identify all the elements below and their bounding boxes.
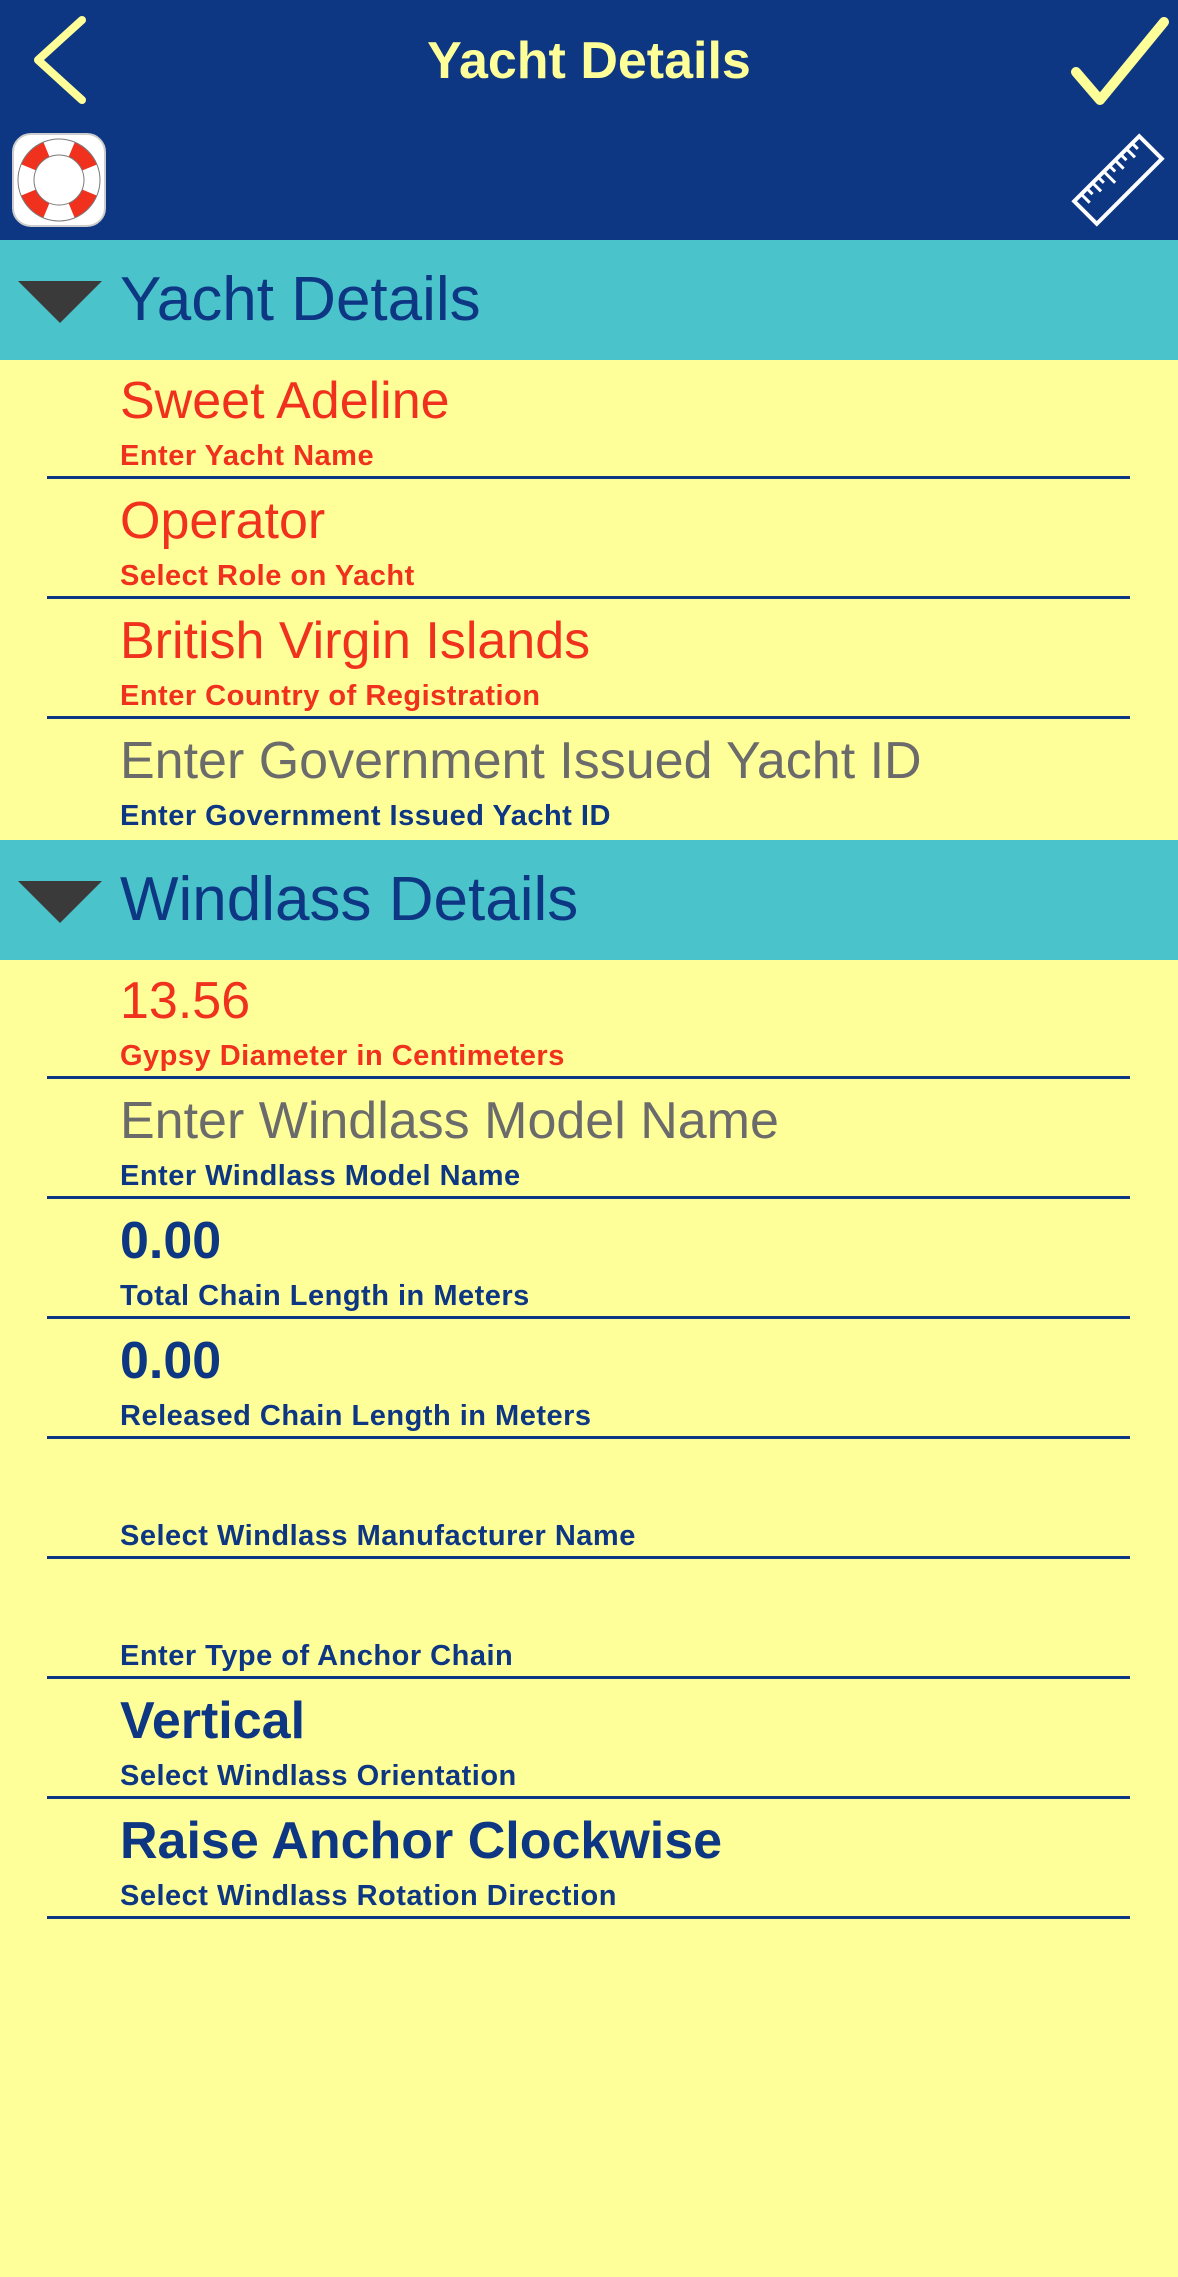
rotation-field[interactable]: Raise Anchor Clockwise Select Windlass R… <box>0 1800 1178 1920</box>
nav-header: Yacht Details <box>0 0 1178 240</box>
life-ring-icon[interactable] <box>12 133 106 227</box>
role-field[interactable]: Operator Select Role on Yacht <box>0 480 1178 600</box>
field-label: Select Windlass Rotation Direction <box>120 1880 617 1912</box>
page-title: Yacht Details <box>427 32 751 90</box>
total-chain-field[interactable]: 0.00 Total Chain Length in Meters <box>0 1200 1178 1320</box>
section-header-yacht[interactable]: Yacht Details <box>0 240 1178 360</box>
field-underline <box>47 716 1130 719</box>
section-title: Windlass Details <box>120 865 579 934</box>
section-title: Yacht Details <box>120 265 481 334</box>
field-label: Select Windlass Orientation <box>120 1760 517 1792</box>
field-underline <box>47 1796 1130 1799</box>
field-underline <box>47 596 1130 599</box>
field-label: Enter Type of Anchor Chain <box>120 1640 514 1672</box>
field-value: British Virgin Islands <box>120 612 591 670</box>
gov-id-field[interactable]: Enter Government Issued Yacht ID Enter G… <box>0 720 1178 840</box>
field-underline <box>47 1916 1130 1919</box>
field-label: Enter Windlass Model Name <box>120 1160 521 1192</box>
chain-type-field[interactable]: Enter Type of Anchor Chain <box>0 1560 1178 1680</box>
field-label: Enter Government Issued Yacht ID <box>120 800 611 832</box>
field-label: Released Chain Length in Meters <box>120 1400 592 1432</box>
manufacturer-field[interactable]: Select Windlass Manufacturer Name <box>0 1440 1178 1560</box>
field-label: Gypsy Diameter in Centimeters <box>120 1040 565 1072</box>
field-value: 13.56 <box>120 972 251 1030</box>
field-value: 0.00 <box>120 1332 222 1390</box>
field-underline <box>47 1556 1130 1559</box>
field-label: Select Windlass Manufacturer Name <box>120 1520 636 1552</box>
orientation-field[interactable]: Vertical Select Windlass Orientation <box>0 1680 1178 1800</box>
field-placeholder: Enter Government Issued Yacht ID <box>120 732 922 790</box>
field-label: Enter Yacht Name <box>120 440 375 472</box>
ruler-icon[interactable] <box>1068 130 1168 230</box>
field-underline <box>47 1316 1130 1319</box>
field-value: Sweet Adeline <box>120 372 450 430</box>
yacht-name-field[interactable]: Sweet Adeline Enter Yacht Name <box>0 360 1178 480</box>
field-underline <box>47 1076 1130 1079</box>
field-underline <box>47 1196 1130 1199</box>
field-underline <box>47 1676 1130 1679</box>
triangle-down-icon <box>18 281 102 323</box>
field-placeholder: Enter Windlass Model Name <box>120 1092 779 1150</box>
field-value: 0.00 <box>120 1212 222 1270</box>
section-header-windlass[interactable]: Windlass Details <box>0 840 1178 960</box>
checkmark-icon[interactable] <box>1070 14 1170 110</box>
windlass-model-field[interactable]: Enter Windlass Model Name Enter Windlass… <box>0 1080 1178 1200</box>
released-chain-field[interactable]: 0.00 Released Chain Length in Meters <box>0 1320 1178 1440</box>
field-underline <box>47 476 1130 479</box>
field-underline <box>47 1436 1130 1439</box>
field-label: Select Role on Yacht <box>120 560 415 592</box>
triangle-down-icon <box>18 881 102 923</box>
field-value: Raise Anchor Clockwise <box>120 1812 723 1870</box>
field-label: Enter Country of Registration <box>120 680 541 712</box>
country-field[interactable]: British Virgin Islands Enter Country of … <box>0 600 1178 720</box>
field-label: Total Chain Length in Meters <box>120 1280 530 1312</box>
field-value: Operator <box>120 492 326 550</box>
gypsy-diameter-field[interactable]: 13.56 Gypsy Diameter in Centimeters <box>0 960 1178 1080</box>
field-value: Vertical <box>120 1692 306 1750</box>
